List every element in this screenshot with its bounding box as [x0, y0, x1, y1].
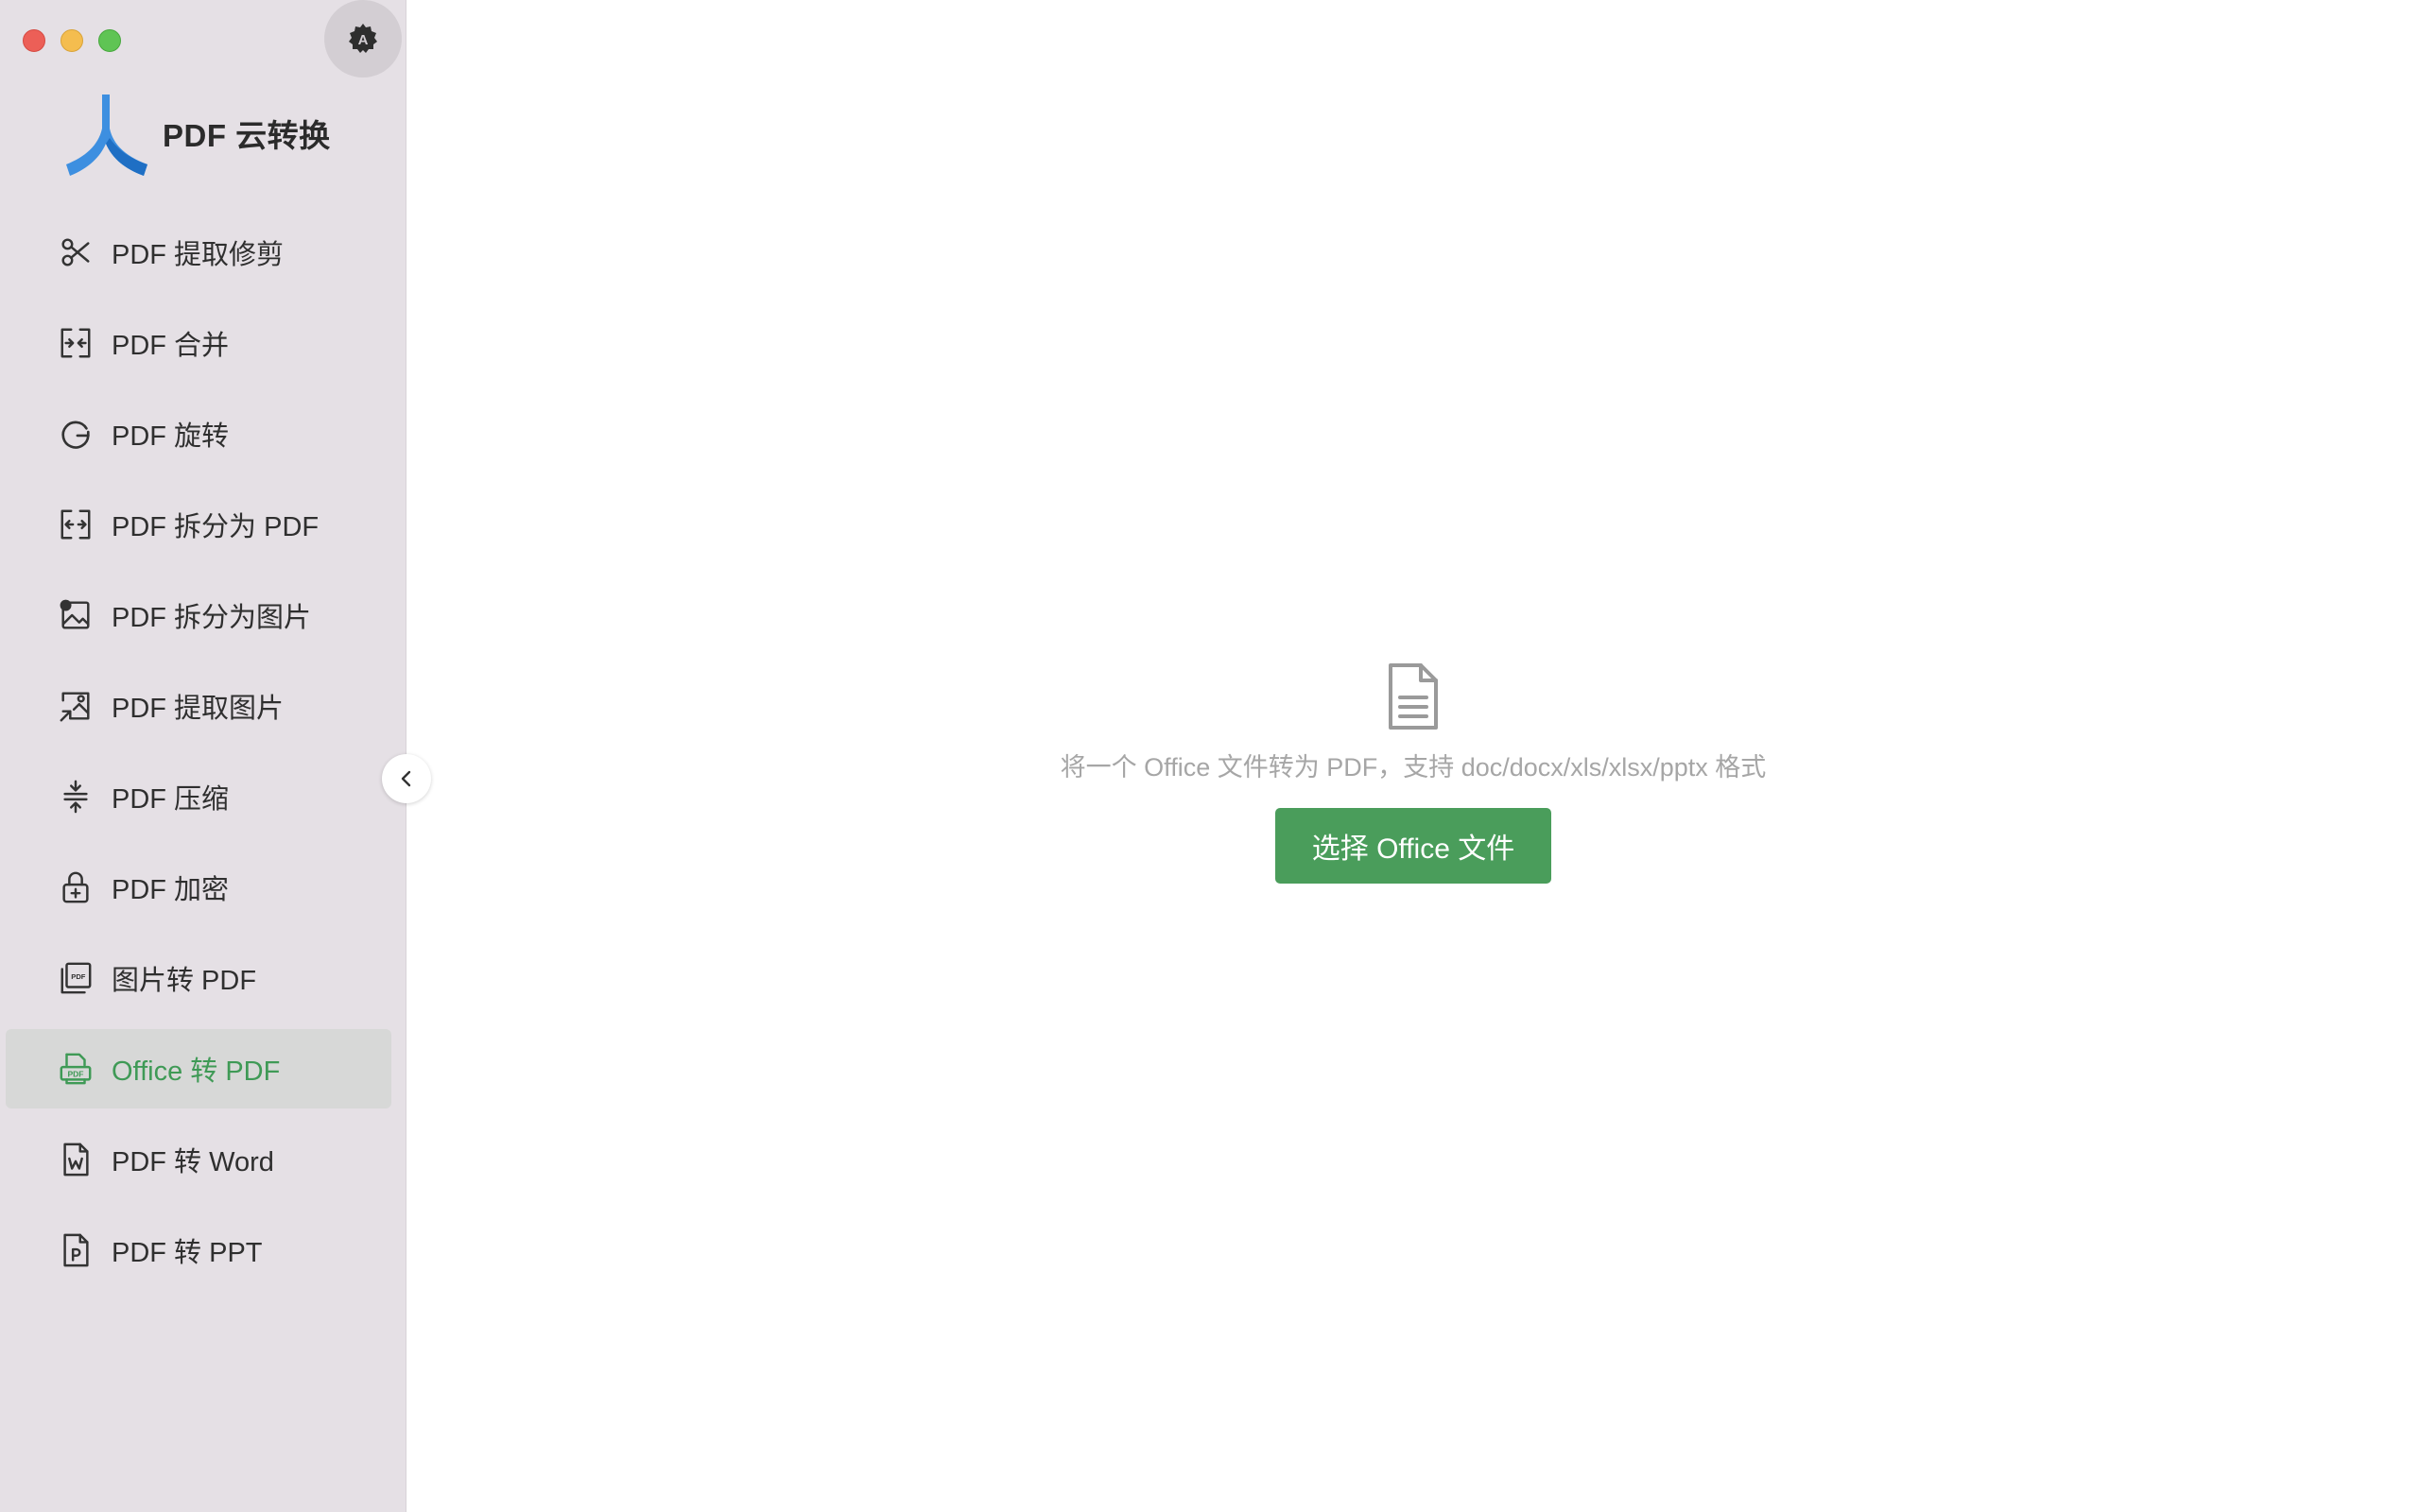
document-icon [1389, 663, 1438, 730]
app-window: A PDF 云转换 PDF 提取修剪 PDF 合并 PDF 旋转 PDF 拆分为… [0, 0, 2420, 1512]
split-icon [57, 506, 95, 543]
empty-state: 将一个 Office 文件转为 PDF，支持 doc/docx/xls/xlsx… [406, 662, 2420, 884]
sidebar-item-label: PDF 提取修剪 [112, 240, 285, 270]
scissors-icon [57, 233, 95, 271]
sidebar-item-image-to-pdf[interactable]: PDF 图片转 PDF [6, 938, 391, 1018]
sidebar-item-pdf-split-pdf[interactable]: PDF 拆分为 PDF [6, 485, 391, 564]
sidebar-item-pdf-split-images[interactable]: PDF 拆分为图片 [6, 576, 391, 655]
sidebar-item-pdf-to-word[interactable]: PDF 转 Word [6, 1120, 391, 1199]
image-to-pdf-icon: PDF [57, 959, 95, 997]
main-content: 将一个 Office 文件转为 PDF，支持 doc/docx/xls/xlsx… [406, 0, 2420, 1512]
ppt-doc-icon [57, 1231, 95, 1269]
split-image-icon [57, 596, 95, 634]
merge-icon [57, 324, 95, 362]
sidebar-item-label: PDF 转 PPT [112, 1238, 263, 1268]
sidebar-item-office-to-pdf[interactable]: PDF Office 转 PDF [6, 1029, 391, 1108]
extract-image-icon [57, 687, 95, 725]
app-logo-icon [66, 94, 147, 176]
sidebar-item-label: 图片转 PDF [112, 966, 257, 996]
rotate-icon [57, 415, 95, 453]
sidebar-item-pdf-extract-trim[interactable]: PDF 提取修剪 [6, 213, 391, 292]
svg-text:A: A [358, 32, 369, 48]
sidebar-item-label: PDF 压缩 [112, 784, 230, 815]
lock-icon [57, 868, 95, 906]
sidebar-item-label: PDF 转 Word [112, 1147, 274, 1177]
word-doc-icon [57, 1141, 95, 1178]
theme-toggle-button[interactable]: A [324, 0, 402, 77]
instruction-text: 将一个 Office 文件转为 PDF，支持 doc/docx/xls/xlsx… [1060, 753, 1767, 782]
sidebar-item-pdf-compress[interactable]: PDF 压缩 [6, 757, 391, 836]
window-close-button[interactable] [23, 29, 45, 52]
compress-icon [57, 778, 95, 816]
app-title: PDF 云转换 [163, 118, 331, 153]
svg-text:PDF: PDF [67, 1070, 83, 1079]
theme-auto-icon: A [349, 24, 377, 53]
sidebar-nav: PDF 提取修剪 PDF 合并 PDF 旋转 PDF 拆分为 PDF PDF 拆… [6, 213, 391, 1301]
sidebar-item-pdf-extract-images[interactable]: PDF 提取图片 [6, 666, 391, 746]
sidebar-item-label: PDF 合并 [112, 331, 230, 361]
app-brand: PDF 云转换 [64, 91, 331, 176]
sidebar-item-pdf-encrypt[interactable]: PDF 加密 [6, 848, 391, 927]
sidebar-item-label: PDF 旋转 [112, 421, 230, 452]
sidebar-item-label: Office 转 PDF [112, 1057, 281, 1087]
sidebar-item-label: PDF 提取图片 [112, 694, 285, 724]
select-office-file-button[interactable]: 选择 Office 文件 [1275, 808, 1551, 884]
sidebar-item-pdf-rotate[interactable]: PDF 旋转 [6, 394, 391, 473]
sidebar-item-pdf-merge[interactable]: PDF 合并 [6, 303, 391, 383]
sidebar-item-label: PDF 加密 [112, 875, 230, 905]
sidebar-item-pdf-to-ppt[interactable]: PDF 转 PPT [6, 1211, 391, 1290]
chevron-left-icon [401, 770, 411, 787]
svg-text:PDF: PDF [71, 972, 86, 981]
window-minimize-button[interactable] [60, 29, 83, 52]
window-controls [23, 29, 121, 52]
sidebar-collapse-button[interactable] [382, 754, 431, 803]
sidebar: A PDF 云转换 PDF 提取修剪 PDF 合并 PDF 旋转 PDF 拆分为… [0, 0, 406, 1512]
sidebar-item-label: PDF 拆分为图片 [112, 603, 312, 633]
window-maximize-button[interactable] [98, 29, 121, 52]
sidebar-item-label: PDF 拆分为 PDF [112, 512, 320, 542]
office-to-pdf-icon: PDF [57, 1050, 95, 1088]
